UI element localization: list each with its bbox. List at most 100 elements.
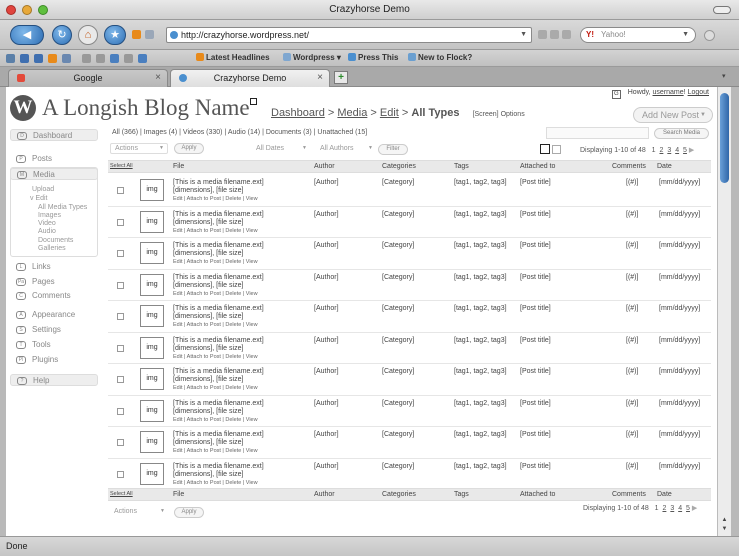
- cell-attached[interactable]: [Post title]: [520, 305, 551, 312]
- address-bar[interactable]: http://crazyhorse.wordpress.net/ ▼: [166, 27, 532, 43]
- extension-icon[interactable]: [550, 30, 559, 39]
- row-checkbox[interactable]: [117, 376, 124, 383]
- sidebar-item-media[interactable]: M Media: [10, 168, 98, 180]
- pen-icon[interactable]: [124, 54, 133, 63]
- filter-button[interactable]: Filter: [378, 144, 408, 155]
- media-filename[interactable]: [This is a media filename.ext]: [173, 305, 264, 313]
- search-dropdown-icon[interactable]: ▼: [682, 28, 689, 42]
- search-media-button[interactable]: Search Media: [654, 128, 709, 139]
- cell-author[interactable]: [Author]: [314, 274, 339, 281]
- sidebar-item-appearance[interactable]: A Appearance: [10, 309, 98, 321]
- cell-comments[interactable]: [(#)]: [626, 431, 638, 438]
- cell-comments[interactable]: [(#)]: [626, 400, 638, 407]
- media-filename[interactable]: [This is a media filename.ext]: [173, 431, 264, 439]
- sidebar-sub-all-media-types[interactable]: All Media Types: [38, 204, 87, 211]
- sidebar-sub-audio[interactable]: Audio: [38, 228, 56, 235]
- list-view-icon[interactable]: [540, 144, 550, 154]
- media-filename[interactable]: [This is a media filename.ext]: [173, 337, 264, 345]
- row-actions[interactable]: Edit | Attach to Post | Delete | View: [173, 227, 264, 235]
- table-row[interactable]: img [This is a media filename.ext] [dimens…: [108, 396, 711, 427]
- star-icon[interactable]: [34, 54, 43, 63]
- tab-crazyhorse[interactable]: Crazyhorse Demo ×: [170, 69, 330, 87]
- media-filename[interactable]: [This is a media filename.ext]: [173, 400, 264, 408]
- row-checkbox[interactable]: [117, 250, 124, 257]
- row-actions[interactable]: Edit | Attach to Post | Delete | View: [173, 195, 264, 203]
- sidebar-item-help[interactable]: ? Help: [10, 374, 98, 386]
- media-thumbnail[interactable]: img: [140, 368, 164, 390]
- breadcrumb-media[interactable]: Media: [337, 107, 367, 119]
- page-link-4[interactable]: 4: [675, 147, 679, 154]
- cell-comments[interactable]: [(#)]: [626, 179, 638, 186]
- cell-attached[interactable]: [Post title]: [520, 368, 551, 375]
- cell-tags[interactable]: [tag1, tag2, tag3]: [454, 179, 507, 186]
- media-thumbnail[interactable]: img: [140, 179, 164, 201]
- sidebar-sub-galleries[interactable]: Galleries: [38, 245, 66, 252]
- cell-category[interactable]: [Category]: [382, 431, 414, 438]
- cell-comments[interactable]: [(#)]: [626, 337, 638, 344]
- sidebar-item-pages[interactable]: Pa Pages: [10, 276, 98, 288]
- cell-tags[interactable]: [tag1, tag2, tag3]: [454, 400, 507, 407]
- row-checkbox[interactable]: [117, 187, 124, 194]
- photo-icon[interactable]: [110, 54, 119, 63]
- media-filename[interactable]: [This is a media filename.ext]: [173, 368, 264, 376]
- breadcrumb-dashboard[interactable]: Dashboard: [271, 107, 325, 119]
- row-actions[interactable]: Edit | Attach to Post | Delete | View: [173, 384, 264, 392]
- close-tab-icon[interactable]: ×: [317, 70, 323, 86]
- sidebar-sub-images[interactable]: Images: [38, 212, 61, 219]
- row-actions[interactable]: Edit | Attach to Post | Delete | View: [173, 321, 264, 329]
- select-all-link[interactable]: Select All: [110, 163, 133, 169]
- bulk-actions-select-bottom[interactable]: Actions ▼: [110, 507, 168, 518]
- cell-author[interactable]: [Author]: [314, 305, 339, 312]
- toolbar-toggle-button[interactable]: [713, 6, 731, 14]
- cell-comments[interactable]: [(#)]: [626, 274, 638, 281]
- table-row[interactable]: img [This is a media filename.ext] [dimens…: [108, 301, 711, 333]
- column-comments[interactable]: Comments: [612, 491, 646, 498]
- row-actions[interactable]: Edit | Attach to Post | Delete | View: [173, 479, 264, 487]
- row-actions[interactable]: Edit | Attach to Post | Delete | View: [173, 353, 264, 361]
- media-thumbnail[interactable]: img: [140, 273, 164, 296]
- excerpt-view-icon[interactable]: [552, 145, 561, 154]
- table-row[interactable]: img [This is a media filename.ext] [dimens…: [108, 333, 711, 364]
- mail-icon[interactable]: [62, 54, 71, 63]
- blog-view-icon[interactable]: [250, 98, 257, 105]
- media-filename[interactable]: [This is a media filename.ext]: [173, 179, 264, 187]
- blog-icon[interactable]: [82, 54, 91, 63]
- row-checkbox[interactable]: [117, 313, 124, 320]
- media-filename[interactable]: [This is a media filename.ext]: [173, 274, 264, 282]
- table-row[interactable]: img [This is a media filename.ext] [dimens…: [108, 364, 711, 396]
- media-filename[interactable]: [This is a media filename.ext]: [173, 211, 264, 219]
- page-link-3[interactable]: 3: [670, 505, 674, 512]
- home-button[interactable]: ⌂: [78, 25, 98, 45]
- cell-author[interactable]: [Author]: [314, 400, 339, 407]
- cell-author[interactable]: [Author]: [314, 431, 339, 438]
- row-actions[interactable]: Edit | Attach to Post | Delete | View: [173, 447, 264, 455]
- cell-category[interactable]: [Category]: [382, 179, 414, 186]
- column-date[interactable]: Date: [657, 491, 672, 498]
- bookmark-wordpress[interactable]: Wordpress ▾: [283, 53, 341, 62]
- select-all-link[interactable]: Select All: [110, 491, 133, 497]
- star-button[interactable]: ★: [104, 25, 126, 45]
- cell-attached[interactable]: [Post title]: [520, 242, 551, 249]
- page-scrollbar[interactable]: ▲ ▼: [717, 87, 731, 536]
- dates-filter-select[interactable]: All Dates ▼: [252, 144, 310, 155]
- page-link-1[interactable]: 1: [655, 505, 659, 512]
- cell-attached[interactable]: [Post title]: [520, 431, 551, 438]
- media-filename[interactable]: [This is a media filename.ext]: [173, 242, 264, 250]
- search-input[interactable]: Y! Yahoo! ▼: [580, 27, 696, 43]
- cell-comments[interactable]: [(#)]: [626, 368, 638, 375]
- cell-author[interactable]: [Author]: [314, 211, 339, 218]
- column-tags[interactable]: Tags: [454, 163, 469, 170]
- authors-filter-select[interactable]: All Authors ▼: [316, 144, 376, 155]
- sidebar-item-plugins[interactable]: Pl Plugins: [10, 354, 98, 366]
- share-icon[interactable]: [96, 54, 105, 63]
- sidebar-sub-edit[interactable]: v Edit: [30, 195, 48, 202]
- cell-author[interactable]: [Author]: [314, 368, 339, 375]
- page-link-5[interactable]: 5: [686, 505, 690, 512]
- reload-button[interactable]: ↻: [52, 25, 72, 45]
- screen-options-link[interactable]: [Screen] Options: [473, 111, 525, 118]
- cell-category[interactable]: [Category]: [382, 463, 414, 470]
- page-link-1[interactable]: 1: [652, 147, 656, 154]
- cell-author[interactable]: [Author]: [314, 242, 339, 249]
- table-row[interactable]: img [This is a media filename.ext] [dimens…: [108, 238, 711, 270]
- sidebar-sub-documents[interactable]: Documents: [38, 237, 73, 244]
